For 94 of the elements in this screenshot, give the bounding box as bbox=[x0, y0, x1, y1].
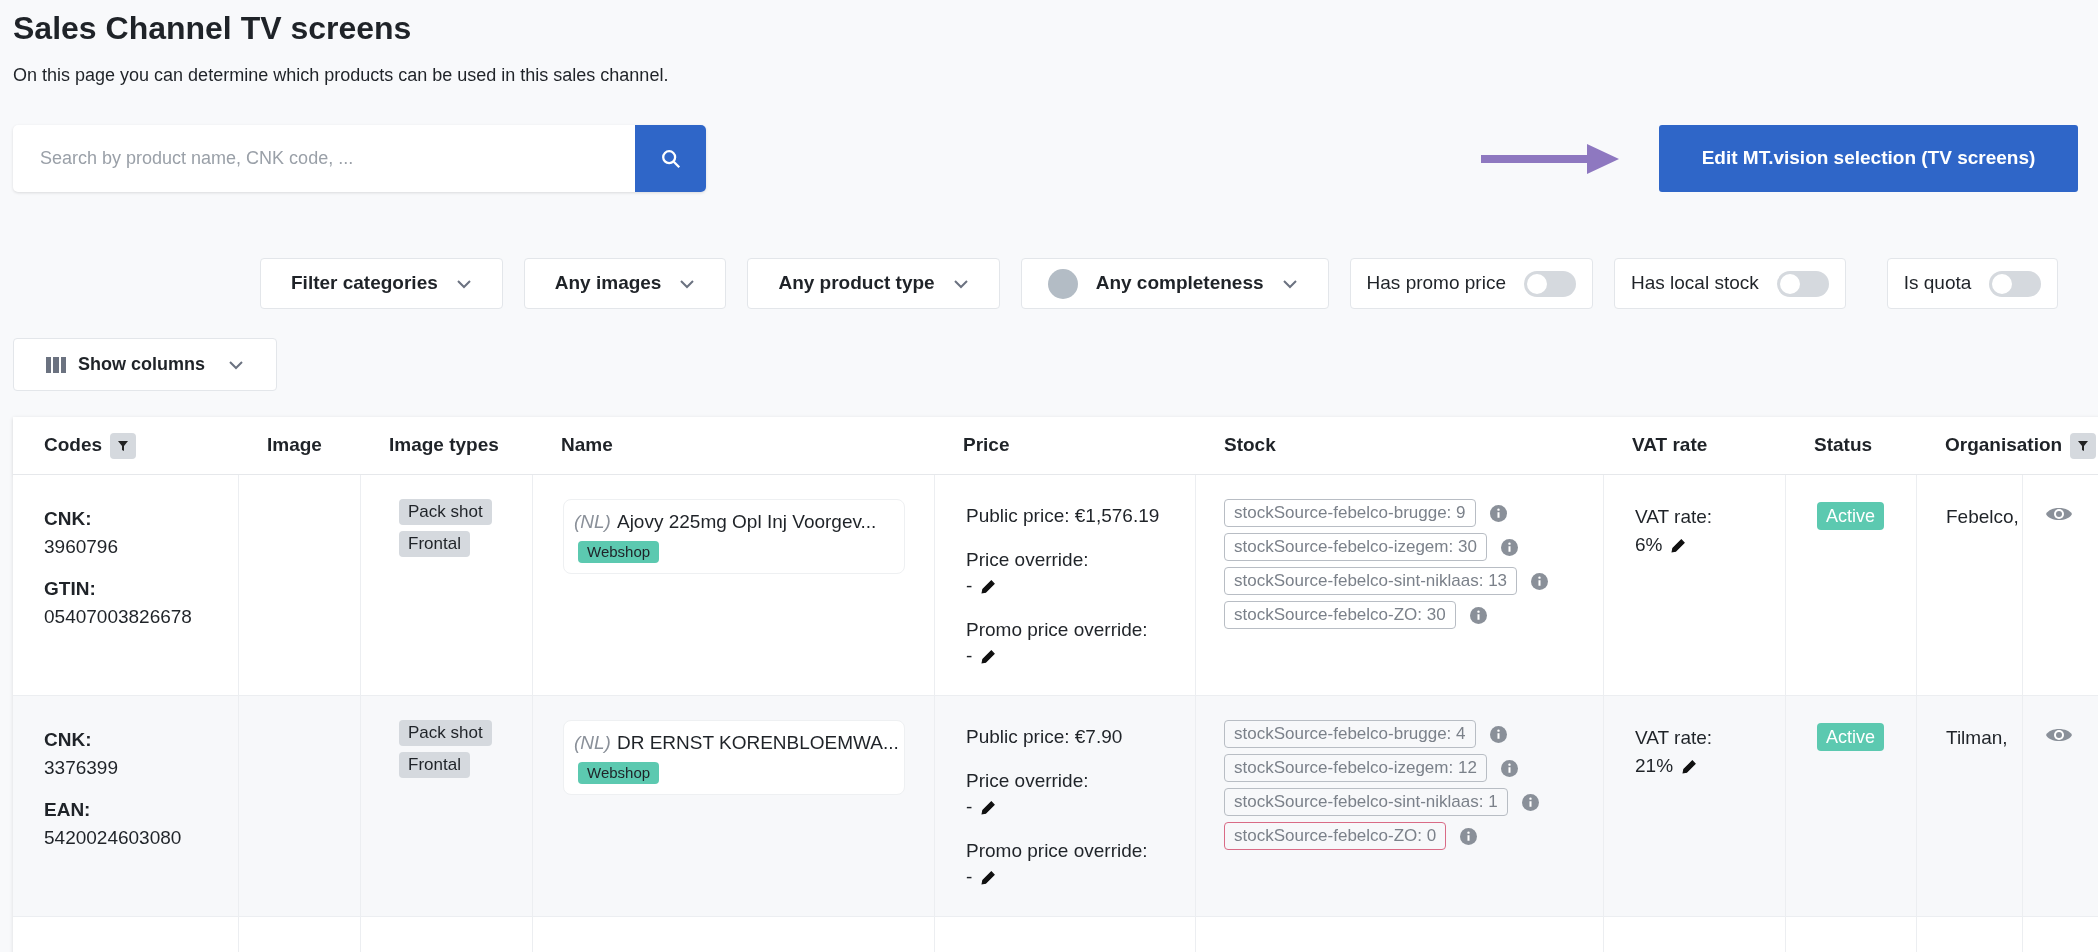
stock-tag: stockSource-febelco-ZO: 30 bbox=[1224, 601, 1456, 629]
filter-toggle[interactable]: Has promo price bbox=[1349, 258, 1593, 309]
vat-label: VAT rate: bbox=[1635, 505, 1714, 529]
status-tag: Active bbox=[1817, 502, 1885, 530]
image-type-tag: Pack shot bbox=[399, 720, 492, 746]
status-tag: Active bbox=[1817, 723, 1885, 751]
promo-override-label: Promo price override: bbox=[966, 839, 1149, 863]
pencil-icon[interactable] bbox=[980, 798, 998, 816]
promo-override-label: Promo price override: bbox=[966, 618, 1149, 642]
public-price: Public price: €7.90 bbox=[966, 725, 1124, 749]
info-icon[interactable] bbox=[1489, 504, 1507, 522]
organisation-name: Febelco, bbox=[1946, 506, 2019, 527]
chevron-down-icon bbox=[952, 278, 969, 289]
stock-tag: stockSource-febelco-izegem: 12 bbox=[1224, 754, 1487, 782]
chevron-down-icon bbox=[455, 278, 472, 289]
promo-override-value: - bbox=[966, 865, 973, 889]
image-type-tag: Pack shot bbox=[399, 499, 492, 525]
column-header: Status bbox=[1814, 433, 1873, 458]
pencil-icon[interactable] bbox=[980, 868, 998, 886]
column-header: Name bbox=[561, 433, 613, 458]
column-header: Codes bbox=[44, 433, 103, 458]
code-value: 3960796 bbox=[44, 535, 119, 559]
stock-tag: stockSource-febelco-izegem: 30 bbox=[1224, 533, 1487, 561]
product-name: DR ERNST KORENBLOEMWA... bbox=[616, 731, 899, 755]
info-icon[interactable] bbox=[1489, 725, 1507, 743]
price-override-value: - bbox=[966, 795, 973, 819]
price-override-label: Price override: bbox=[966, 769, 1090, 793]
chevron-down-icon bbox=[1281, 278, 1298, 289]
language-label: (NL) bbox=[574, 731, 611, 755]
organisation-name: Tilman, bbox=[1946, 727, 2008, 748]
column-header: Image bbox=[267, 433, 322, 458]
code-value: 05407003826678 bbox=[44, 605, 193, 629]
column-header: Organisation bbox=[1945, 433, 2063, 458]
public-price: Public price: €1,576.19 bbox=[966, 504, 1161, 528]
filter-dropdown[interactable]: Any completeness bbox=[1020, 258, 1329, 309]
pencil-icon[interactable] bbox=[1670, 536, 1688, 554]
info-icon[interactable] bbox=[1500, 759, 1518, 777]
stock-tag: stockSource-febelco-ZO: 0 bbox=[1224, 822, 1447, 850]
info-icon[interactable] bbox=[1531, 572, 1549, 590]
arrow-icon bbox=[1481, 141, 1619, 176]
channel-tag: Webshop bbox=[578, 540, 660, 563]
column-header: Price bbox=[963, 433, 1010, 458]
chevron-down-icon bbox=[679, 278, 696, 289]
search-icon bbox=[659, 147, 682, 170]
info-icon[interactable] bbox=[1469, 606, 1487, 624]
filter-dropdown[interactable]: Filter categories bbox=[260, 258, 503, 309]
stock-tag: stockSource-febelco-sint-niklaas: 13 bbox=[1224, 567, 1518, 595]
stock-tag: stockSource-febelco-brugge: 4 bbox=[1224, 720, 1476, 748]
column-header: VAT rate bbox=[1632, 433, 1708, 458]
show-columns-button[interactable]: Show columns bbox=[13, 338, 277, 391]
edit-selection-button[interactable]: Edit MT.vision selection (TV screens) bbox=[1659, 125, 2078, 192]
product-card[interactable]: (NL) Ajovy 225mg Opl Inj Voorgev... Webshop bbox=[563, 499, 905, 574]
toggle-switch[interactable] bbox=[1989, 270, 2042, 297]
pencil-icon[interactable] bbox=[980, 647, 998, 665]
info-icon[interactable] bbox=[1500, 538, 1518, 556]
info-icon[interactable] bbox=[1521, 793, 1539, 811]
image-type-tag: Frontal bbox=[399, 531, 470, 557]
code-label: GTIN: bbox=[44, 577, 97, 601]
column-header: Image types bbox=[389, 433, 499, 458]
code-label: CNK: bbox=[44, 728, 93, 752]
chevron-down-icon bbox=[228, 359, 244, 370]
promo-override-value: - bbox=[966, 644, 973, 668]
columns-icon bbox=[46, 356, 66, 373]
toggle-switch[interactable] bbox=[1523, 270, 1576, 297]
code-value: 5420024603080 bbox=[44, 826, 183, 850]
language-label: (NL) bbox=[574, 510, 611, 534]
filter-toggle[interactable]: Is quota bbox=[1886, 258, 2059, 309]
vat-label: VAT rate: bbox=[1635, 726, 1714, 750]
filter-icon[interactable] bbox=[2070, 432, 2097, 459]
code-value: 3376399 bbox=[44, 756, 119, 780]
vat-value: 21% bbox=[1635, 754, 1674, 778]
filter-dropdown[interactable]: Any product type bbox=[747, 258, 1000, 309]
search-button[interactable] bbox=[635, 125, 706, 192]
page-title: Sales Channel TV screens bbox=[13, 9, 413, 48]
column-header: Stock bbox=[1224, 433, 1276, 458]
price-override-value: - bbox=[966, 574, 973, 598]
pencil-icon[interactable] bbox=[1681, 757, 1699, 775]
vat-value: 6% bbox=[1635, 533, 1663, 557]
product-name: Ajovy 225mg Opl Inj Voorgev... bbox=[616, 510, 877, 534]
code-label: EAN: bbox=[44, 798, 92, 822]
page-description: On this page you can determine which products can be used in this sales channel. bbox=[13, 64, 670, 87]
image-type-tag: Frontal bbox=[399, 752, 470, 778]
product-card[interactable]: (NL) DR ERNST KORENBLOEMWA... Webshop bbox=[563, 720, 905, 795]
toggle-switch[interactable] bbox=[1776, 270, 1829, 297]
price-override-label: Price override: bbox=[966, 548, 1090, 572]
stock-tag: stockSource-febelco-brugge: 9 bbox=[1224, 499, 1476, 527]
filter-icon[interactable] bbox=[110, 432, 137, 459]
pencil-icon[interactable] bbox=[980, 577, 998, 595]
code-label: CNK: bbox=[44, 507, 93, 531]
filter-toggle[interactable]: Has local stock bbox=[1613, 258, 1846, 309]
info-icon[interactable] bbox=[1460, 827, 1478, 845]
stock-tag: stockSource-febelco-sint-niklaas: 1 bbox=[1224, 788, 1508, 816]
channel-tag: Webshop bbox=[578, 761, 660, 784]
filter-dropdown[interactable]: Any images bbox=[523, 258, 727, 309]
